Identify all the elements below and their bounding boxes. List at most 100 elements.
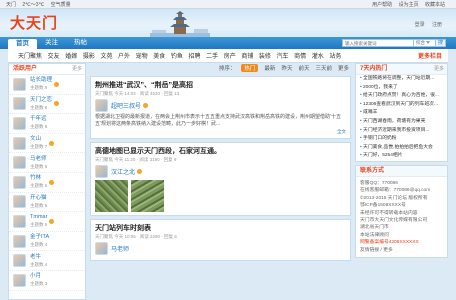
category-item[interactable]: 户外 [118,51,130,60]
medal-icon [54,101,60,107]
user-name[interactable]: 开心猫 [30,195,47,202]
category-item[interactable]: 房产 [224,51,236,60]
user-name[interactable]: 小月 [30,273,47,280]
avatar[interactable] [95,165,108,178]
tab-follow[interactable]: 关注 [37,37,66,49]
avatar[interactable] [13,97,26,111]
hot-post-link[interactable]: 天门西湖春雨，荷塘有为果壳 [356,118,447,127]
hot-posts-more-link[interactable]: 更多 [434,64,444,75]
hot-post-link[interactable]: 天门经济近期来我市投资项目... [356,127,447,136]
user-item[interactable]: 马老师 主题数 6 [9,153,85,173]
read-more-link[interactable]: 全文 [95,129,346,135]
city-link[interactable]: 天门 [6,2,16,8]
category-item[interactable]: 宠物 [136,51,148,60]
search-button[interactable]: 搜 [436,39,446,47]
hot-post-link[interactable]: 全国铁路将在调整，天门站近期... [356,75,447,84]
user-item[interactable]: 天门之恋 主题数 8 [9,95,85,115]
avatar[interactable] [13,156,26,170]
post-author[interactable]: 马老师 [111,244,129,253]
map-thumbnail[interactable] [95,180,128,212]
category-item[interactable]: 文苑 [100,51,112,60]
avatar[interactable] [13,234,26,248]
sort-latest[interactable]: 最新 [264,64,275,72]
category-item[interactable]: 商情 [294,51,306,60]
map-thumbnail[interactable] [131,180,164,212]
user-name[interactable]: 文山 [30,136,47,143]
register-link[interactable]: 注册 [432,22,442,28]
user-item[interactable]: 开心猫 主题数 5 [9,193,85,213]
category-item[interactable]: 二手 [206,51,218,60]
hot-post-link[interactable]: 12306查看武汉到天门的列车班次... [356,101,447,110]
more-categories-link[interactable]: 更多栏目 [418,51,442,60]
post-author[interactable]: 汉江之北 [111,167,135,176]
sort-yesterday[interactable]: 昨天 [281,64,292,72]
category-item[interactable]: 招聘 [188,51,200,60]
avatar[interactable] [13,214,26,228]
user-name[interactable]: 天门之恋 [30,97,52,104]
user-item[interactable]: 老牛 主题数 4 [9,251,85,271]
avatar[interactable] [13,77,26,91]
hot-post-link[interactable]: 2000位，我来了 [356,84,447,93]
avatar[interactable] [13,136,26,150]
search-scope-select[interactable]: 综合 [414,39,436,47]
avatar[interactable] [13,175,26,189]
category-item[interactable]: 钓鱼 [171,51,183,60]
category-item[interactable]: 商铺 [241,51,253,60]
avatar[interactable] [13,116,26,130]
sort-three-days[interactable]: 三天前 [315,64,332,72]
category-item[interactable]: 婚嫁 [65,51,77,60]
bookmark-link[interactable]: 收藏本站 [425,2,445,8]
user-item[interactable]: 站长助理 主题数 9 [9,75,85,95]
hot-post-link[interactable]: 咸嘴羊 [356,109,447,118]
hot-post-link[interactable]: 天门美食,品尝,拍拍拍后把鱼大会 [356,144,447,153]
user-name[interactable]: Tmmar [30,214,47,221]
user-stat: 主题数 3 [30,281,48,287]
user-item[interactable]: Tmmar 主题数 5 [9,212,85,232]
tab-hot[interactable]: 热帖 [66,37,95,49]
hot-post-link[interactable]: 天门好，5254相片 [356,152,447,161]
category-item[interactable]: 摄影 [83,51,95,60]
user-item[interactable]: 金子ITA 主题数 4 [9,232,85,252]
sort-more[interactable]: 更多 [338,64,349,72]
post-title[interactable]: 高德地图已显示天门西段，石家河互通。 [95,146,346,156]
avatar[interactable] [13,195,26,209]
avatar[interactable] [13,254,26,268]
avatar[interactable] [13,273,26,287]
user-name[interactable]: 千年远 [30,116,47,123]
user-name[interactable]: 站长助理 [30,77,52,84]
search-input[interactable] [342,39,414,47]
user-item[interactable]: 文山 主题数 7 [9,134,85,154]
avatar[interactable] [95,99,108,112]
category-item[interactable]: 天门聚焦 [18,51,42,60]
tab-home[interactable]: 首页 [8,39,37,49]
active-users-more-link[interactable]: 更多 [72,64,82,75]
sort-day-before[interactable]: 前天 [298,64,309,72]
category-item[interactable]: 交友 [48,51,60,60]
category-item[interactable]: 汽车 [277,51,289,60]
help-link[interactable]: 用户帮助 [372,2,392,8]
user-name[interactable]: 竹林 [30,175,47,182]
post-title[interactable]: 荆州推进“武汉”、“荆岳”是高招 [95,80,346,90]
hot-post-link[interactable]: 手钢门口的奶粉 [356,135,447,144]
contact-line[interactable]: 友情链接 / 更多 [360,247,443,254]
user-name[interactable]: 老牛 [30,254,47,261]
user-name[interactable]: 马老师 [30,156,47,163]
sort-hot[interactable]: 热门 [241,64,259,72]
avatar[interactable] [95,242,108,255]
category-item[interactable]: 美食 [153,51,165,60]
hot-post-link[interactable]: 给天门政府点赞！真心为百姓，很... [356,92,447,101]
category-item[interactable]: 灌水 [312,51,324,60]
user-item[interactable]: 千年远 主题数 8 [9,114,85,134]
user-info: 天门之恋 主题数 8 [30,97,52,111]
post-title[interactable]: 天门站列车时刻表 [95,223,346,233]
post-author[interactable]: 超吧三叔号 [111,101,141,110]
set-homepage-link[interactable]: 设为主页 [399,2,419,8]
category-item[interactable]: 站务 [329,51,341,60]
air-quality-link[interactable]: 空气质量 [51,2,71,8]
site-logo[interactable]: 大天门 [10,12,58,33]
login-link[interactable]: 登录 [415,22,425,28]
user-name[interactable]: 金子ITA [30,234,49,241]
category-item[interactable]: 装修 [259,51,271,60]
user-item[interactable]: 竹林 主题数 6 [9,173,85,193]
user-item[interactable]: 小月 主题数 3 [9,271,85,291]
